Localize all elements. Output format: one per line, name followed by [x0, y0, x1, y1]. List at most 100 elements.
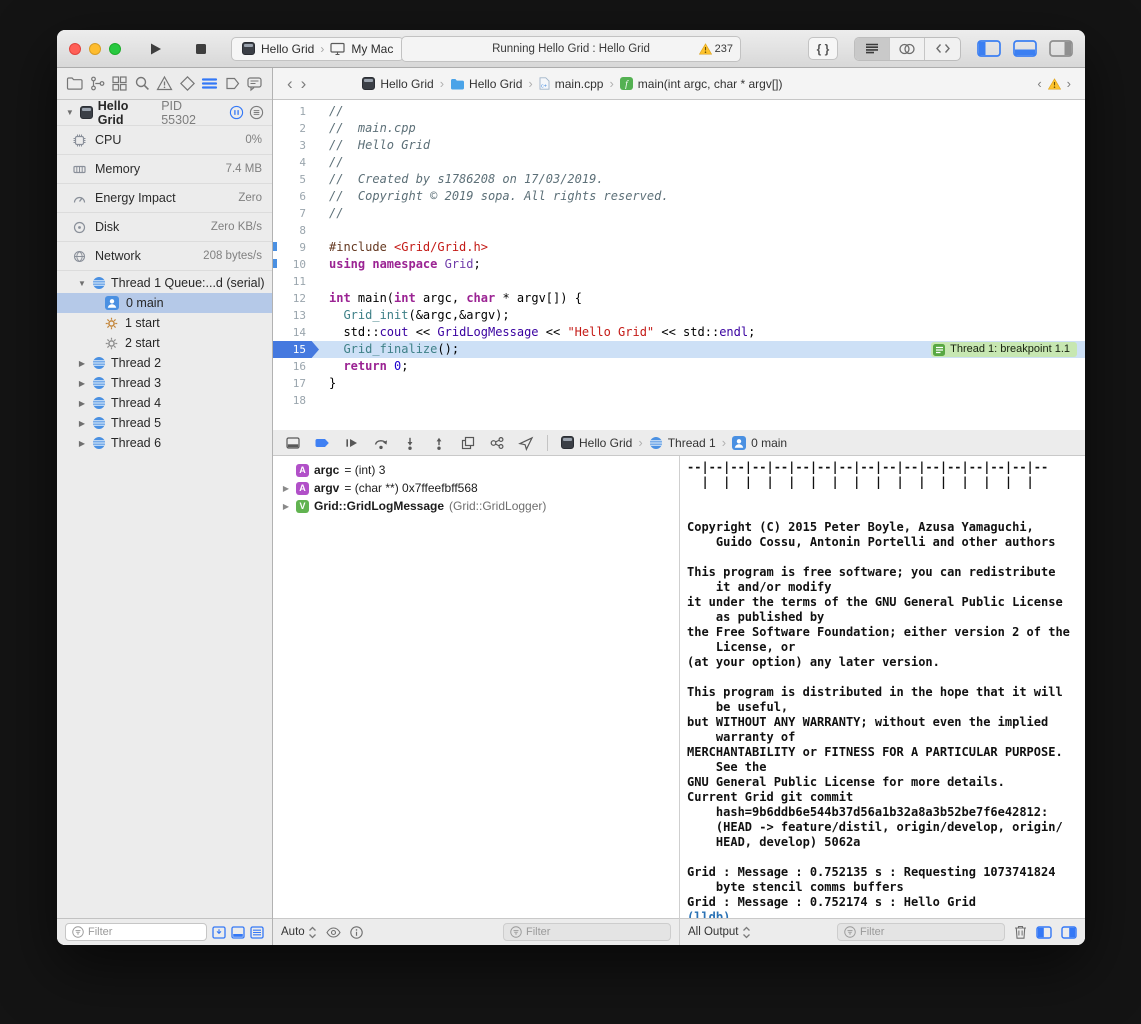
show-crashed-threads-button[interactable] — [212, 926, 226, 939]
disclosure-open-icon[interactable]: ▼ — [65, 108, 75, 117]
variables-filter-input[interactable] — [526, 926, 664, 938]
view-hierarchy-button[interactable] — [460, 435, 476, 451]
zoom-window-button[interactable] — [109, 43, 121, 55]
breadcrumb-item[interactable]: fmain(int argc, char * argv[]) — [620, 77, 783, 91]
debug-navigator-tab[interactable] — [201, 75, 218, 92]
line-number[interactable]: 3 — [273, 137, 319, 154]
code-line[interactable]: 11 — [273, 273, 1085, 290]
line-number[interactable]: 12 — [273, 290, 319, 307]
console-output[interactable]: --|--|--|--|--|--|--|--|--|--|--|--|--|-… — [680, 456, 1085, 918]
code-snippets-button[interactable]: { } — [808, 37, 838, 60]
variable-info-button[interactable] — [350, 926, 363, 939]
disclosure-closed-icon[interactable]: ▶ — [77, 379, 87, 388]
pause-process-button[interactable] — [229, 105, 244, 120]
find-navigator-tab[interactable] — [134, 75, 151, 92]
show-console-only-button[interactable] — [1061, 926, 1077, 939]
stack-frame-row[interactable]: 1 start — [57, 313, 272, 333]
project-navigator-tab[interactable] — [66, 75, 83, 92]
show-variables-only-button[interactable] — [1036, 926, 1052, 939]
code-line[interactable]: 18 — [273, 392, 1085, 409]
show-stack-frames-button[interactable] — [250, 926, 264, 939]
continue-button[interactable] — [344, 435, 360, 451]
variable-row[interactable]: ▶Aargv= (char **) 0x7ffeefbff568 — [277, 479, 675, 497]
breadcrumb-item[interactable]: c+main.cpp — [539, 77, 604, 91]
code-line[interactable]: 2// main.cpp — [273, 120, 1085, 137]
code-line[interactable]: 4// — [273, 154, 1085, 171]
warning-issues-button[interactable]: 237 — [699, 43, 733, 55]
line-number[interactable]: 6 — [273, 188, 319, 205]
step-into-button[interactable] — [402, 435, 418, 451]
lldb-prompt[interactable]: (lldb) — [687, 910, 1078, 918]
quick-look-button[interactable] — [326, 927, 341, 938]
thread-row[interactable]: ▼Thread 1 Queue:...d (serial) — [57, 273, 272, 293]
console-filter-input[interactable] — [860, 926, 998, 938]
console-scope-popup[interactable]: All Output — [688, 926, 751, 939]
breakpoint-annotation[interactable]: Thread 1: breakpoint 1.1 — [931, 342, 1077, 357]
disclosure-closed-icon[interactable]: ▶ — [77, 359, 87, 368]
toggle-debug-area-button[interactable] — [1013, 40, 1037, 57]
line-number[interactable]: 4 — [273, 154, 319, 171]
variable-row[interactable]: Aargc= (int) 3 — [277, 461, 675, 479]
line-number[interactable]: 2 — [273, 120, 319, 137]
clear-console-button[interactable] — [1014, 925, 1027, 939]
version-editor-button[interactable] — [925, 38, 960, 60]
minimize-window-button[interactable] — [89, 43, 101, 55]
stack-frame-row[interactable]: 0 main — [57, 293, 272, 313]
assistant-editor-button[interactable] — [890, 38, 925, 60]
line-number[interactable]: 7 — [273, 205, 319, 222]
process-view-options-button[interactable] — [249, 105, 264, 120]
line-number[interactable]: 8 — [273, 222, 319, 239]
gauge-row[interactable]: DiskZero KB/s — [57, 213, 272, 242]
gauge-row[interactable]: Network208 bytes/s — [57, 242, 272, 271]
line-number[interactable]: 18 — [273, 392, 319, 409]
step-over-button[interactable] — [373, 435, 389, 451]
breadcrumb-item[interactable]: Hello Grid — [362, 77, 433, 91]
thread-row[interactable]: ▶Thread 4 — [57, 393, 272, 413]
simulate-location-button[interactable] — [518, 435, 534, 451]
report-navigator-tab[interactable] — [246, 75, 263, 92]
back-button[interactable]: ‹ — [283, 75, 297, 92]
line-number[interactable]: 5 — [273, 171, 319, 188]
disclosure-closed-icon[interactable]: ▶ — [281, 484, 291, 493]
show-running-blocks-button[interactable] — [231, 926, 245, 939]
variables-filter-field[interactable] — [503, 923, 671, 941]
symbol-navigator-tab[interactable] — [111, 75, 128, 92]
forward-button[interactable]: › — [297, 75, 311, 92]
code-line[interactable]: 12int main(int argc, char * argv[]) { — [273, 290, 1085, 307]
breakpoints-toggle-button[interactable] — [314, 435, 331, 451]
scheme-target-label[interactable]: Hello Grid — [261, 42, 314, 56]
disclosure-open-icon[interactable]: ▼ — [77, 279, 87, 288]
process-row[interactable]: ▼ Hello Grid PID 55302 — [57, 100, 272, 126]
variables-scope-popup[interactable]: Auto — [281, 926, 317, 939]
line-number[interactable]: 9 — [273, 239, 319, 256]
navigator-filter-field[interactable] — [65, 923, 207, 941]
thread-row[interactable]: ▶Thread 2 — [57, 353, 272, 373]
disclosure-closed-icon[interactable]: ▶ — [77, 399, 87, 408]
thread-row[interactable]: ▶Thread 3 — [57, 373, 272, 393]
code-line[interactable]: 15 Grid_finalize();Thread 1: breakpoint … — [273, 341, 1085, 358]
breakpoint-navigator-tab[interactable] — [224, 75, 241, 92]
disclosure-closed-icon[interactable]: ▶ — [77, 419, 87, 428]
scheme-selector[interactable]: Hello Grid › My Mac — [231, 37, 404, 61]
gauge-row[interactable]: Memory7.4 MB — [57, 155, 272, 184]
gauge-row[interactable]: CPU0% — [57, 126, 272, 155]
hide-debug-area-button[interactable] — [285, 435, 301, 451]
breadcrumb-item[interactable]: Thread 1 — [649, 436, 716, 450]
disclosure-closed-icon[interactable]: ▶ — [281, 502, 291, 511]
line-number[interactable]: 17 — [273, 375, 319, 392]
issue-navigator-tab[interactable] — [156, 75, 173, 92]
line-number[interactable]: 1 — [273, 103, 319, 120]
toggle-inspector-button[interactable] — [1049, 40, 1073, 57]
thread-row[interactable]: ▶Thread 5 — [57, 413, 272, 433]
stop-button[interactable] — [189, 37, 213, 61]
memory-graph-button[interactable] — [489, 435, 505, 451]
code-line[interactable]: 7// — [273, 205, 1085, 222]
previous-issue-button[interactable]: ‹ — [1033, 77, 1045, 90]
line-number[interactable]: 16 — [273, 358, 319, 375]
line-number[interactable]: 11 — [273, 273, 319, 290]
code-line[interactable]: 13 Grid_init(&argc,&argv); — [273, 307, 1085, 324]
step-out-button[interactable] — [431, 435, 447, 451]
code-line[interactable]: 14 std::cout << GridLogMessage << "Hello… — [273, 324, 1085, 341]
breadcrumb-item[interactable]: Hello Grid — [561, 436, 632, 450]
code-line[interactable]: 16 return 0; — [273, 358, 1085, 375]
